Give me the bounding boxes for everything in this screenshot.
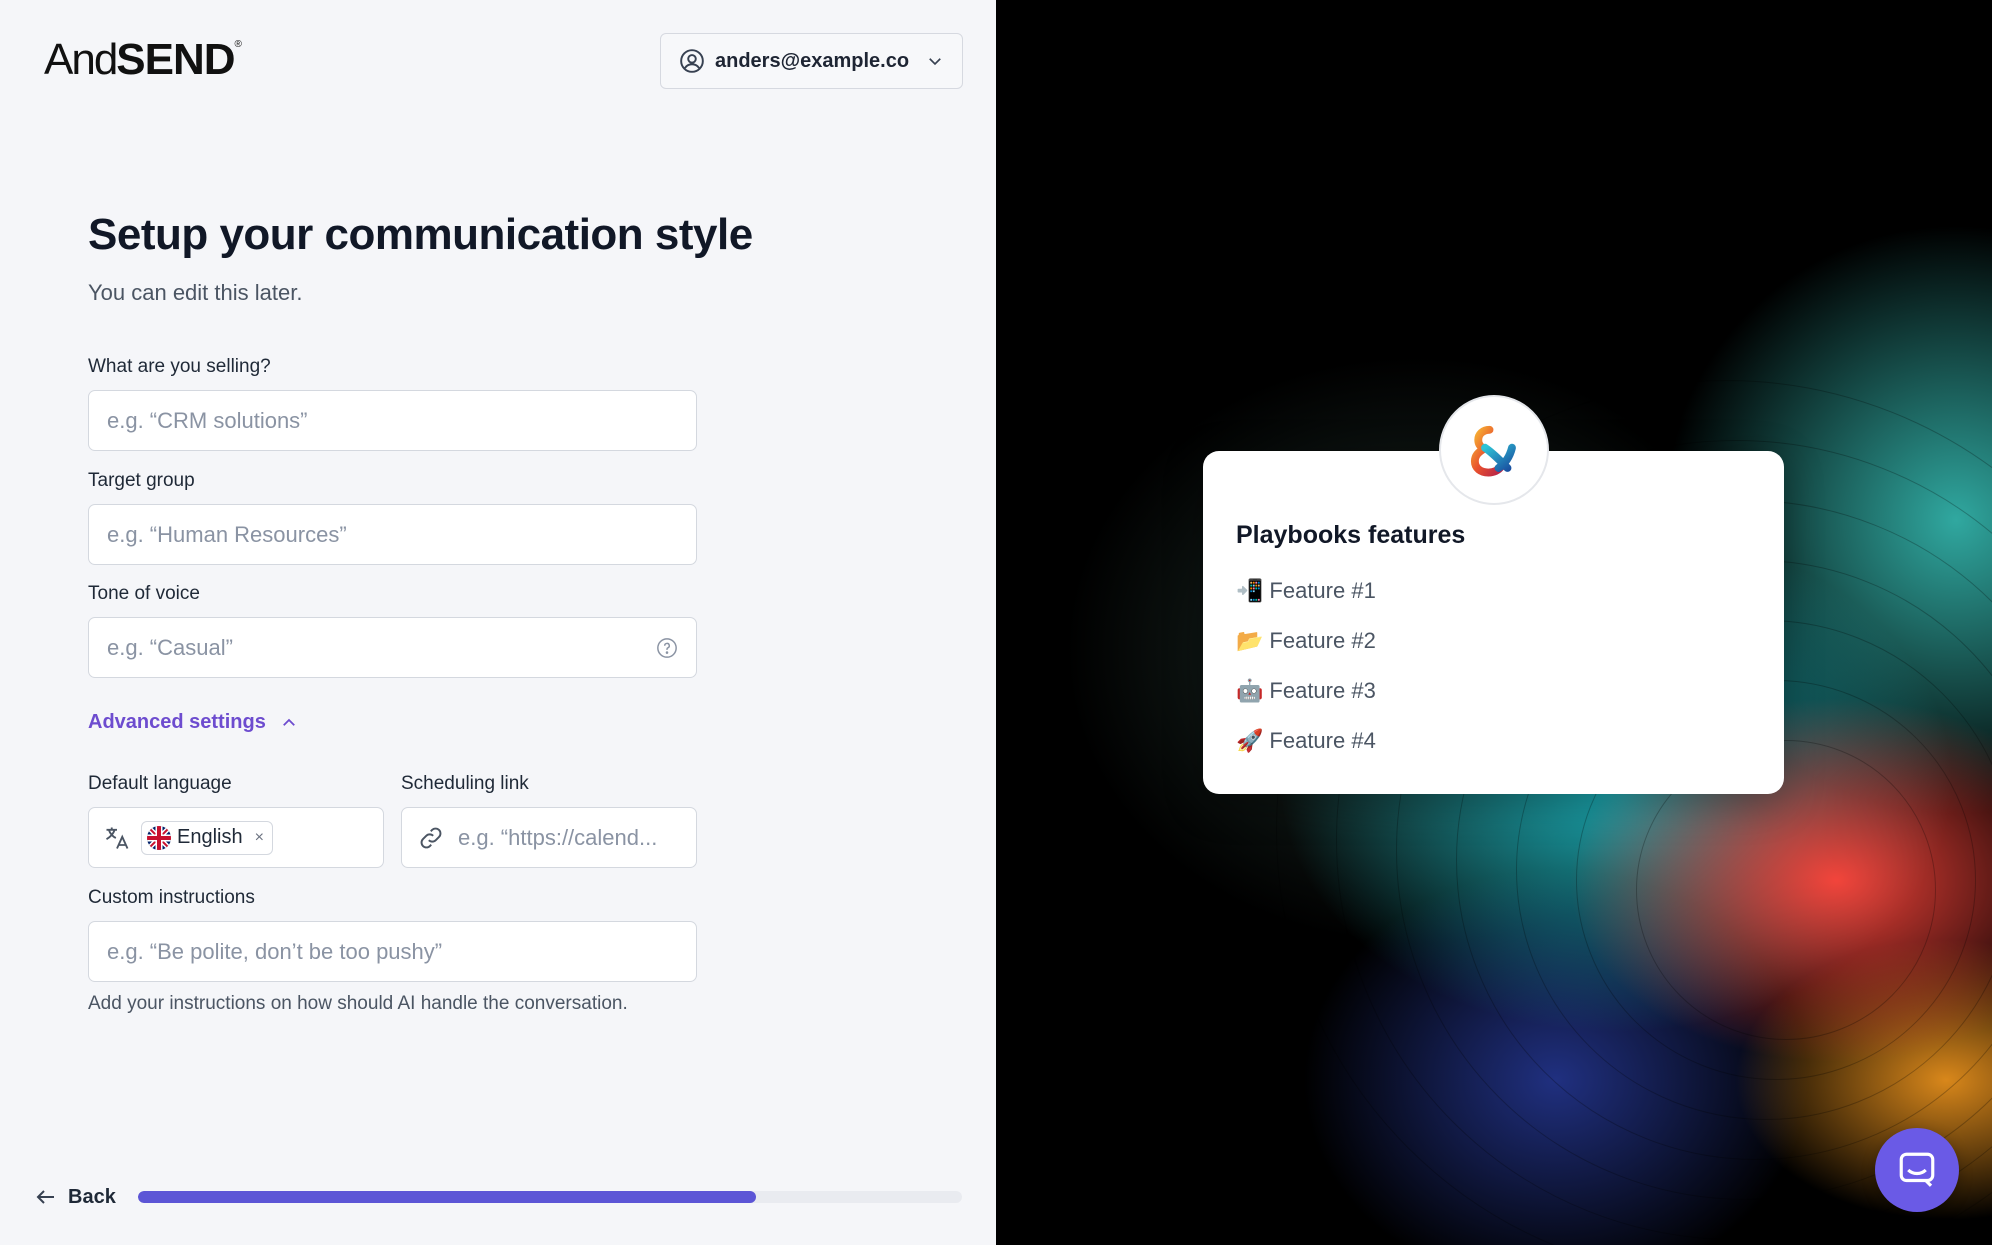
feature-item: 📂 Feature #2 — [1236, 628, 1376, 653]
account-menu-button[interactable]: anders@example.co — [660, 33, 963, 89]
target-group-input[interactable]: e.g. “Human Resources” — [88, 504, 697, 565]
progress-fill — [138, 1191, 756, 1203]
feature-item: 🤖 Feature #3 — [1236, 678, 1376, 703]
default-language-label: Default language — [88, 773, 232, 794]
page-title: Setup your communication style — [88, 210, 753, 259]
link-icon — [420, 827, 442, 848]
target-group-label: Target group — [88, 470, 195, 491]
advanced-settings-toggle[interactable]: Advanced settings — [88, 711, 298, 734]
advanced-settings-label: Advanced settings — [88, 711, 266, 733]
language-value: English — [177, 826, 243, 848]
uk-flag-icon — [147, 825, 171, 850]
default-language-select[interactable]: English × — [88, 807, 384, 868]
onboarding-progress-bar — [138, 1191, 962, 1203]
onboarding-panel: AndSEND® anders@example.co Setup your co… — [0, 0, 996, 1245]
language-chip: English × — [141, 820, 273, 855]
brand-ampersand-icon — [1439, 395, 1549, 505]
target-group-placeholder: e.g. “Human Resources” — [107, 521, 347, 547]
feature-item: 🚀 Feature #4 — [1236, 728, 1376, 753]
chat-launcher-button[interactable] — [1875, 1128, 1959, 1212]
selling-placeholder: e.g. “CRM solutions” — [107, 407, 308, 433]
user-circle-icon — [680, 49, 704, 73]
feature-item: 📲 Feature #1 — [1236, 578, 1376, 603]
tone-input[interactable]: e.g. “Casual” — [88, 617, 697, 678]
selling-input[interactable]: e.g. “CRM solutions” — [88, 390, 697, 451]
card-title: Playbooks features — [1236, 521, 1466, 549]
scheduling-link-label: Scheduling link — [401, 773, 529, 794]
help-circle-icon[interactable] — [656, 637, 678, 659]
selling-label: What are you selling? — [88, 356, 271, 377]
custom-instructions-label: Custom instructions — [88, 887, 255, 908]
scheduling-link-input[interactable]: e.g. “https://calend... — [401, 807, 697, 868]
scheduling-link-placeholder: e.g. “https://calend... — [458, 824, 658, 850]
back-button[interactable]: Back — [34, 1185, 116, 1209]
remove-language-button[interactable]: × — [255, 829, 264, 847]
back-label: Back — [68, 1185, 116, 1208]
account-email: anders@example.co — [715, 49, 910, 72]
chevron-down-icon — [929, 58, 941, 66]
page-subtitle: You can edit this later. — [88, 280, 303, 305]
translate-icon — [106, 827, 129, 849]
custom-instructions-hint: Add your instructions on how should AI h… — [88, 993, 628, 1014]
custom-instructions-input[interactable]: e.g. “Be polite, don’t be too pushy” — [88, 921, 697, 982]
andsend-logo: AndSEND® — [44, 35, 242, 84]
tone-label: Tone of voice — [88, 583, 200, 604]
chevron-up-icon — [282, 718, 295, 726]
arrow-left-icon — [36, 1190, 54, 1204]
chat-icon — [1899, 1152, 1935, 1187]
custom-instructions-placeholder: e.g. “Be polite, don’t be too pushy” — [107, 938, 443, 964]
tone-placeholder: e.g. “Casual” — [107, 634, 233, 660]
